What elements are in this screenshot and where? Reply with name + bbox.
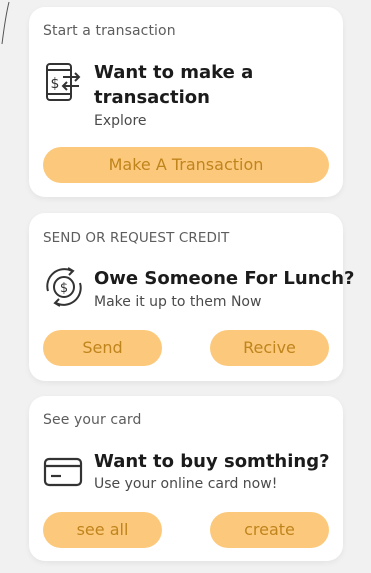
card-subtext: Make it up to them Now: [94, 294, 262, 310]
card-heading: Owe Someone For Lunch?: [94, 268, 355, 289]
card-heading: Want to buy somthing?: [94, 451, 330, 472]
phone-money-transfer-icon: $: [46, 63, 81, 101]
svg-text:$: $: [51, 76, 60, 92]
online-card-section: See your card Want to buy somthing? Use …: [29, 396, 343, 561]
section-title: See your card: [43, 412, 142, 428]
section-title: SEND OR REQUEST CREDIT: [43, 230, 230, 246]
send-button[interactable]: Send: [43, 330, 162, 366]
dollar-cycle-icon: $: [46, 267, 82, 307]
card-subtext: Use your online card now!: [94, 476, 278, 492]
see-all-button[interactable]: see all: [43, 512, 162, 548]
page: Start a transaction $ Want to make a tra…: [0, 0, 371, 573]
decorative-line: [1, 1, 10, 45]
svg-text:$: $: [60, 281, 68, 296]
credit-card-icon: [43, 457, 83, 487]
receive-button[interactable]: Recive: [210, 330, 329, 366]
make-transaction-button[interactable]: Make A Transaction: [43, 147, 329, 183]
section-title: Start a transaction: [43, 23, 176, 39]
create-button[interactable]: create: [210, 512, 329, 548]
card-heading: Want to make a transaction: [94, 62, 254, 108]
credit-card-section: SEND OR REQUEST CREDIT $ Owe Someone For…: [29, 213, 354, 381]
card-subtext: Explore: [94, 113, 147, 129]
transaction-card: Start a transaction $ Want to make a tra…: [29, 7, 343, 197]
